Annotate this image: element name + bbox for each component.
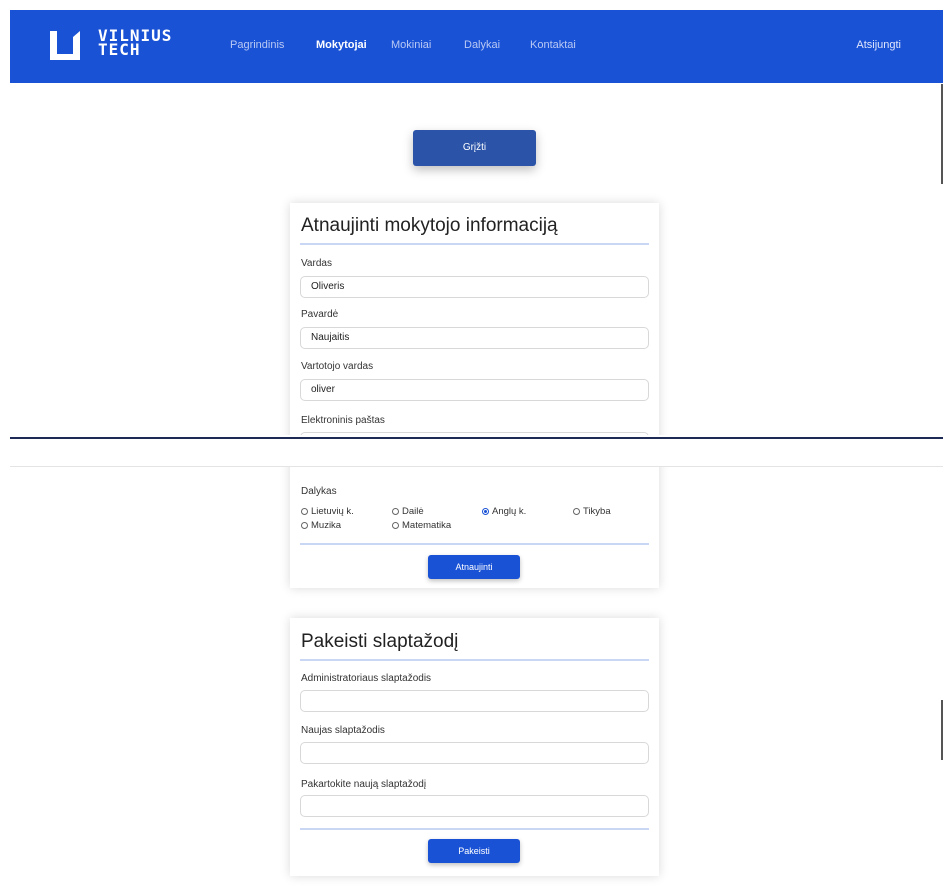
change-password-button[interactable]: Pakeisti: [428, 839, 520, 863]
radio-anglu[interactable]: Anglų k.: [482, 506, 526, 517]
radio-checked-icon: [482, 508, 489, 515]
radio-lietuviu[interactable]: Lietuvių k.: [301, 506, 354, 517]
email-label: Elektroninis paštas: [301, 415, 385, 426]
admin-password-input[interactable]: [300, 690, 649, 712]
radio-circle-icon: [392, 508, 399, 515]
nav-mokytojai[interactable]: Mokytojai: [316, 39, 367, 51]
repeat-password-input[interactable]: [300, 795, 649, 817]
first-name-label: Vardas: [301, 258, 332, 269]
top-navbar: VILNIUS TECH Pagrindinis Mokytojai Mokin…: [10, 10, 943, 83]
logo-line-2: TECH: [98, 40, 141, 59]
radio-label: Matematika: [402, 520, 452, 531]
repeat-password-label: Pakartokite naują slaptažodį: [301, 779, 427, 790]
subject-label: Dalykas: [301, 486, 337, 497]
password-card-title: Pakeisti slaptažodį: [301, 631, 459, 652]
change-password-card: Pakeisti slaptažodį Administratoriaus sl…: [290, 618, 659, 876]
new-password-label: Naujas slaptažodis: [301, 725, 385, 736]
radio-label: Tikyba: [583, 506, 611, 517]
radio-label: Muzika: [311, 520, 342, 531]
username-label: Vartotojo vardas: [301, 361, 374, 372]
form-divider: [300, 543, 649, 545]
last-name-input[interactable]: Naujaitis: [300, 327, 649, 349]
update-card-title: Atnaujinti mokytojo informaciją: [301, 215, 558, 236]
title-divider: [300, 243, 649, 245]
form-divider: [300, 828, 649, 830]
seam-divider-dark: [10, 437, 943, 439]
radio-label: Anglų k.: [492, 506, 527, 517]
title-divider: [300, 659, 649, 661]
radio-muzika[interactable]: Muzika: [301, 520, 341, 531]
radio-circle-icon: [573, 508, 580, 515]
radio-tikyba[interactable]: Tikyba: [573, 506, 611, 517]
last-name-label: Pavardė: [301, 309, 339, 320]
nav-pagrindinis[interactable]: Pagrindinis: [230, 39, 284, 51]
radio-label: Dailė: [402, 506, 424, 517]
radio-circle-icon: [301, 522, 308, 529]
back-button[interactable]: Grįžti: [413, 130, 536, 166]
update-button[interactable]: Atnaujinti: [428, 555, 520, 579]
nav-kontaktai[interactable]: Kontaktai: [530, 39, 576, 51]
logout-link[interactable]: Atsijungti: [856, 39, 901, 51]
seam-divider-light: [10, 466, 943, 467]
radio-circle-icon: [392, 522, 399, 529]
vilnius-tech-logo[interactable]: VILNIUS TECH: [48, 26, 198, 66]
logo-text: VILNIUS TECH: [98, 28, 172, 59]
nav-mokiniai[interactable]: Mokiniai: [391, 39, 431, 51]
new-password-input[interactable]: [300, 742, 649, 764]
logo-mark-icon: [50, 31, 80, 60]
screenshot-seam: [0, 435, 943, 467]
radio-label: Lietuvių k.: [311, 506, 354, 517]
update-teacher-card: Atnaujinti mokytojo informaciją Vardas O…: [290, 203, 659, 588]
username-input[interactable]: oliver: [300, 379, 649, 401]
radio-daile[interactable]: Dailė: [392, 506, 424, 517]
radio-matematika[interactable]: Matematika: [392, 520, 451, 531]
admin-password-label: Administratoriaus slaptažodis: [301, 673, 432, 684]
first-name-input[interactable]: Oliveris: [300, 276, 649, 298]
nav-dalykai[interactable]: Dalykai: [464, 39, 500, 51]
radio-circle-icon: [301, 508, 308, 515]
